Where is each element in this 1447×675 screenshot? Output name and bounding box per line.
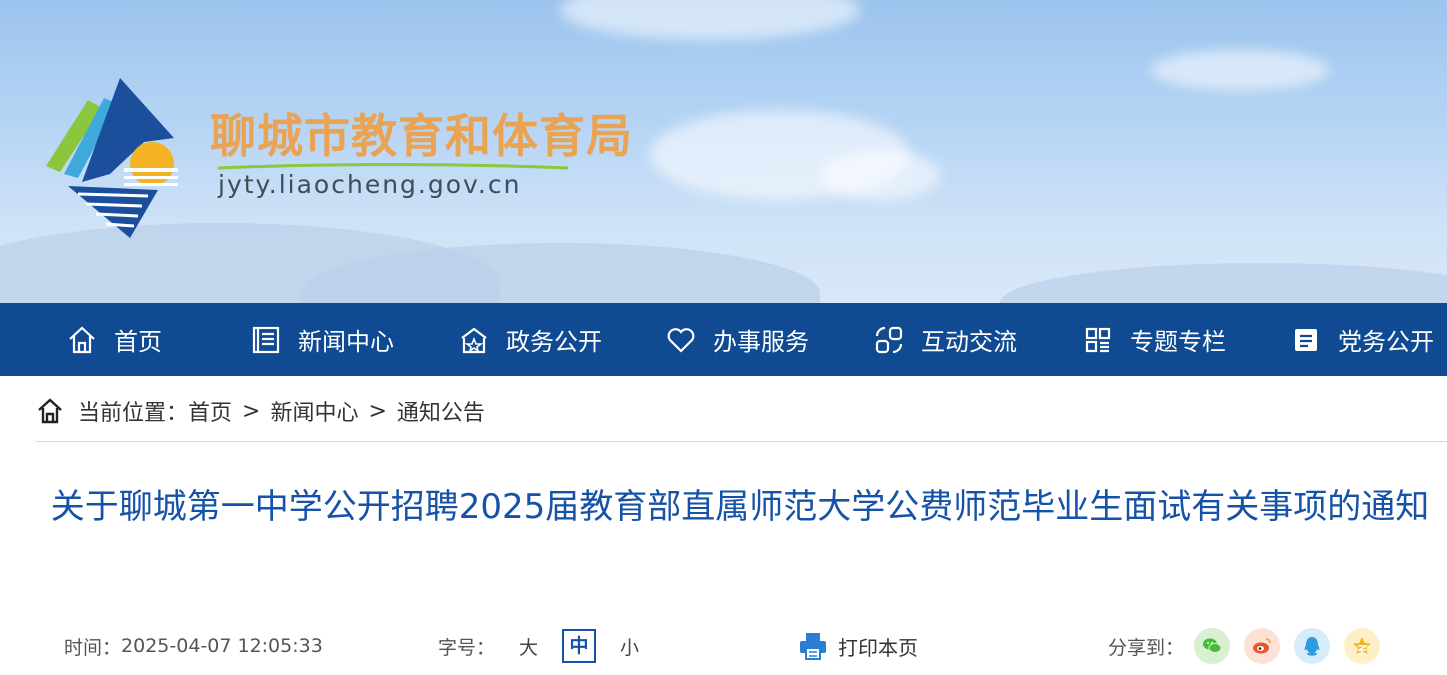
font-size-label: 字号： <box>438 636 496 659</box>
nav-item-label: 互动交流 <box>921 328 1017 356</box>
home-icon <box>69 326 95 353</box>
qzone-icon <box>1353 637 1372 654</box>
nav-item-gov-affairs[interactable]: 政务公开 <box>458 303 602 376</box>
cloud-decoration <box>560 0 860 40</box>
nav-item-news[interactable]: 新闻中心 <box>250 303 394 376</box>
heart-icon <box>667 327 695 353</box>
nav-item-party-affairs[interactable]: 党务公开 <box>1290 303 1434 376</box>
font-size-large-button[interactable]: 大 <box>519 633 538 660</box>
gov-building-icon <box>461 327 487 353</box>
nav-item-label: 党务公开 <box>1338 328 1434 356</box>
site-banner: 聊城市教育和体育局 jyty.liaocheng.gov.cn <box>0 0 1447 303</box>
qq-icon <box>1304 637 1320 656</box>
main-nav: 首页 新闻中心 政务公开 办事服务 互动交流 专题专栏 党务公开 <box>0 303 1447 376</box>
nav-item-label: 办事服务 <box>713 328 809 356</box>
site-url: jyty.liaocheng.gov.cn <box>218 170 522 199</box>
share-wechat-button[interactable] <box>1194 628 1231 664</box>
share-bar: 分享到： <box>1108 626 1381 666</box>
nav-item-topics[interactable]: 专题专栏 <box>1082 303 1226 376</box>
weibo-icon <box>1253 638 1271 654</box>
breadcrumb-link-news[interactable]: 新闻中心 <box>270 395 358 427</box>
breadcrumb-link-home[interactable]: 首页 <box>188 395 232 427</box>
breadcrumb-link-notices[interactable]: 通知公告 <box>397 395 485 427</box>
share-weibo-button[interactable] <box>1244 628 1281 664</box>
nav-item-interaction[interactable]: 互动交流 <box>873 303 1017 376</box>
wechat-icon <box>1203 638 1222 653</box>
share-qq-button[interactable] <box>1294 628 1331 664</box>
breadcrumb: 当前位置： 首页 > 新闻中心 > 通知公告 <box>36 393 485 429</box>
nav-item-home[interactable]: 首页 <box>66 303 162 376</box>
home-icon <box>38 398 62 424</box>
font-size-small-button[interactable]: 小 <box>620 633 639 660</box>
printer-icon <box>800 633 826 660</box>
cloud-decoration <box>1150 50 1330 90</box>
breadcrumb-separator: > <box>242 398 261 424</box>
liaocheng-logo-icon <box>46 78 178 238</box>
nav-item-label: 新闻中心 <box>298 328 394 356</box>
publish-time-label: 时间： <box>64 636 122 659</box>
grid-icon <box>1085 327 1111 352</box>
nav-item-label: 首页 <box>114 328 162 356</box>
publish-time-value: 2025-04-07 12:05:33 <box>121 635 323 657</box>
interaction-icon <box>875 326 903 353</box>
font-size-medium-button[interactable]: 中 <box>562 629 597 663</box>
print-label: 打印本页 <box>838 635 918 660</box>
party-icon <box>1295 328 1317 351</box>
mountain-decoration <box>1000 263 1447 303</box>
font-size-switcher: 字号： 大 中 小 <box>438 626 639 666</box>
divider <box>36 441 1447 442</box>
nav-item-label: 政务公开 <box>506 328 602 356</box>
print-area: 打印本页 <box>798 626 918 666</box>
share-qzone-button[interactable] <box>1344 628 1381 664</box>
share-label: 分享到： <box>1108 636 1185 659</box>
breadcrumb-prefix: 当前位置： <box>78 401 189 426</box>
publish-time: 时间： 2025-04-07 12:05:33 <box>64 626 323 666</box>
breadcrumb-separator: > <box>368 398 387 424</box>
site-title: 聊城市教育和体育局 <box>210 109 633 163</box>
nav-item-label: 专题专栏 <box>1130 328 1226 356</box>
article-title: 关于聊城第一中学公开招聘2025届教育部直属师范大学公费师范毕业生面试有关事项的… <box>50 487 1430 527</box>
news-icon <box>252 326 280 353</box>
print-button[interactable]: 打印本页 <box>798 631 918 661</box>
cloud-decoration <box>820 150 940 200</box>
nav-item-services[interactable]: 办事服务 <box>665 303 809 376</box>
